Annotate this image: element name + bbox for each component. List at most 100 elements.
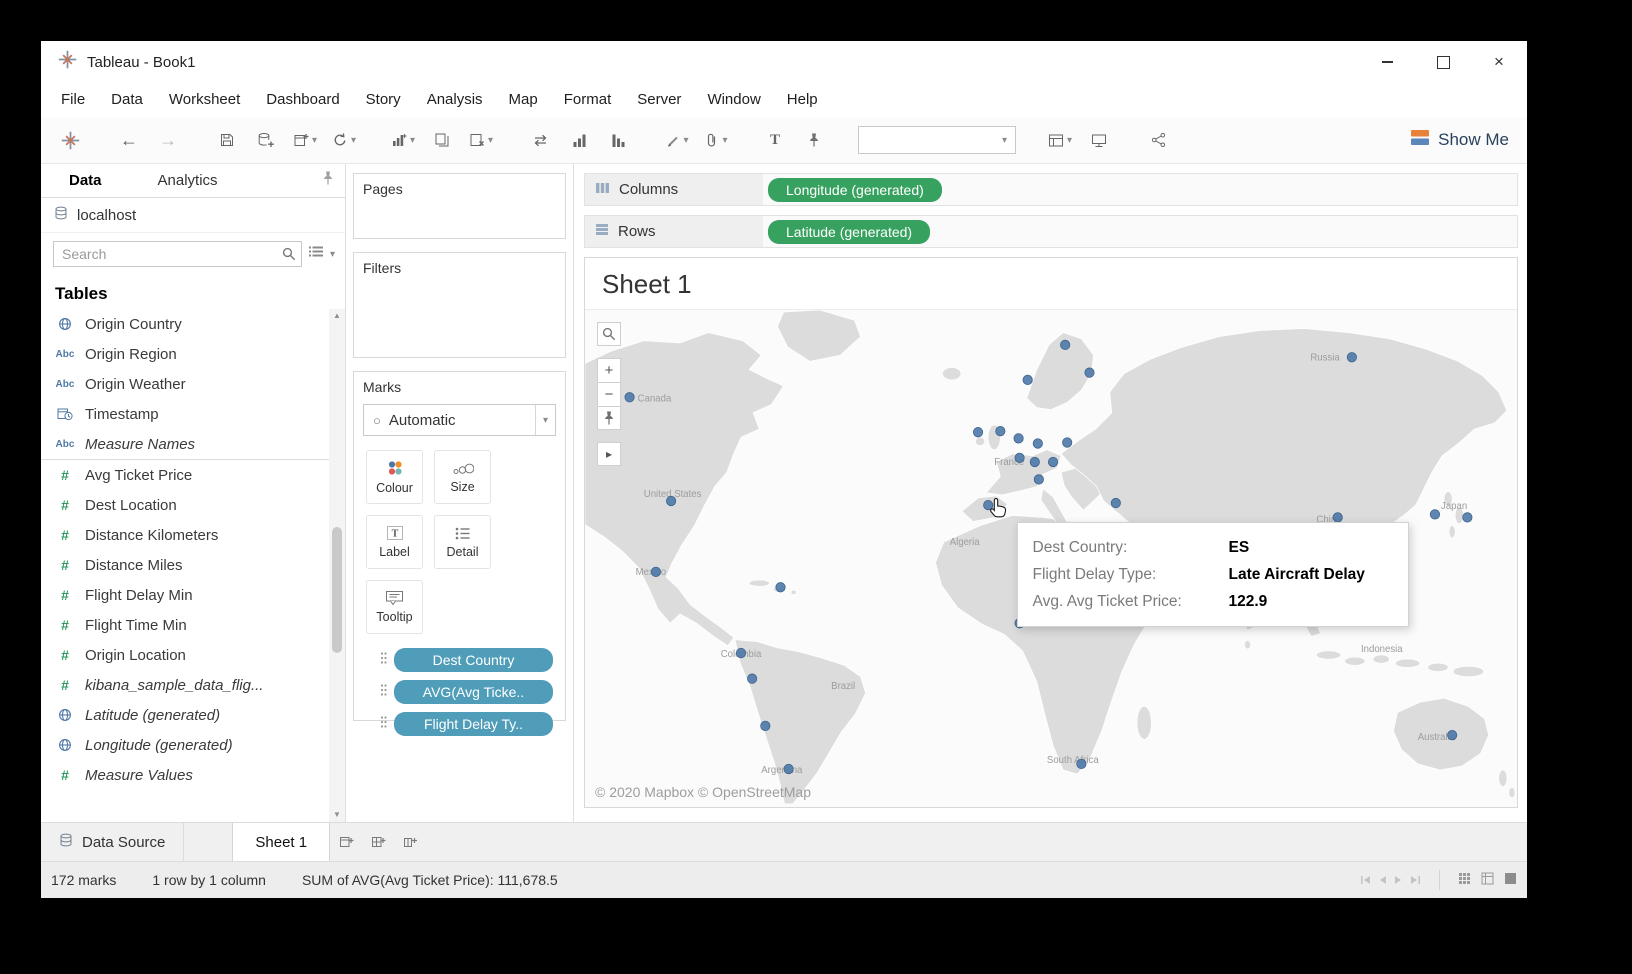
caret-down-icon[interactable]: ▾: [351, 135, 356, 146]
previous-page-icon[interactable]: [1379, 872, 1387, 888]
fix-axes-button[interactable]: [799, 124, 829, 156]
connection-localhost[interactable]: localhost: [41, 198, 345, 233]
map-mark[interactable]: [747, 674, 756, 683]
close-button[interactable]: ×: [1471, 41, 1527, 83]
caret-down-icon[interactable]: ▾: [488, 135, 493, 146]
show-sheet-icon[interactable]: [1504, 872, 1517, 888]
save-button[interactable]: [212, 124, 242, 156]
pages-shelf[interactable]: Pages: [353, 173, 566, 239]
field-latitude-generated[interactable]: Latitude (generated): [41, 700, 329, 730]
map-mark[interactable]: [1033, 439, 1042, 448]
field-avg-ticket-price[interactable]: #Avg Ticket Price: [41, 460, 329, 490]
caret-down-icon[interactable]: ▾: [1067, 135, 1072, 146]
field-origin-region[interactable]: AbcOrigin Region: [41, 339, 329, 369]
field-timestamp[interactable]: Timestamp: [41, 399, 329, 429]
map-mark[interactable]: [1015, 453, 1024, 462]
menu-analysis[interactable]: Analysis: [414, 83, 496, 117]
field-origin-weather[interactable]: AbcOrigin Weather: [41, 369, 329, 399]
map-mark[interactable]: [784, 764, 793, 773]
sort-ascending-button[interactable]: [564, 124, 594, 156]
menu-data[interactable]: Data: [98, 83, 156, 117]
tableau-logo-button[interactable]: [55, 124, 85, 156]
columns-shelf[interactable]: Columns Longitude (generated): [584, 173, 1518, 206]
map-zoom-in-button[interactable]: +: [597, 358, 621, 382]
field-kibana-sample-data-flig[interactable]: #kibana_sample_data_flig...: [41, 670, 329, 700]
menu-dashboard[interactable]: Dashboard: [253, 83, 352, 117]
map-mark[interactable]: [1085, 368, 1094, 377]
map-mark[interactable]: [625, 393, 634, 402]
map-mark[interactable]: [1063, 438, 1072, 447]
pane-pin-icon[interactable]: [321, 170, 345, 191]
show-hide-cards-button[interactable]: ▾: [1045, 124, 1075, 156]
new-story-tab-button[interactable]: [394, 823, 426, 861]
new-worksheet-tab-button[interactable]: [330, 823, 362, 861]
new-worksheet-button[interactable]: ▾: [290, 124, 320, 156]
next-page-icon[interactable]: [1394, 872, 1402, 888]
tooltip-button[interactable]: Tooltip: [366, 580, 423, 634]
map-mark[interactable]: [1347, 353, 1356, 362]
size-button[interactable]: Size: [434, 450, 491, 504]
tab-data[interactable]: Data: [41, 164, 130, 197]
field-flight-delay-min[interactable]: #Flight Delay Min: [41, 580, 329, 610]
caret-down-icon[interactable]: ▾: [312, 135, 317, 146]
share-workbook-button[interactable]: [1143, 124, 1173, 156]
map-mark[interactable]: [1448, 730, 1457, 739]
map-mark[interactable]: [776, 583, 785, 592]
caret-down-icon[interactable]: ▾: [722, 135, 727, 146]
map-mark[interactable]: [996, 426, 1005, 435]
new-data-source-button[interactable]: [251, 124, 281, 156]
label-button[interactable]: TLabel: [366, 515, 423, 569]
show-mark-labels-button[interactable]: T: [760, 124, 790, 156]
detail-button[interactable]: Detail: [434, 515, 491, 569]
run-auto-updates-button[interactable]: ▾: [329, 124, 359, 156]
map-mark[interactable]: [1333, 513, 1342, 522]
tab-sheet-1[interactable]: Sheet 1: [232, 823, 330, 861]
menu-file[interactable]: File: [48, 83, 98, 117]
field-measure-values[interactable]: #Measure Values: [41, 760, 329, 790]
map-mark[interactable]: [1048, 457, 1057, 466]
search-input[interactable]: [53, 241, 302, 267]
menu-worksheet[interactable]: Worksheet: [156, 83, 253, 117]
undo-button[interactable]: ←: [114, 124, 144, 156]
maximize-button[interactable]: [1415, 41, 1471, 83]
map-mark[interactable]: [1111, 498, 1120, 507]
menu-map[interactable]: Map: [496, 83, 551, 117]
menu-window[interactable]: Window: [694, 83, 773, 117]
pill-dest-country[interactable]: Dest Country: [394, 648, 553, 672]
fields-scrollbar[interactable]: ▲ ▼: [329, 309, 345, 822]
group-members-button[interactable]: ▾: [701, 124, 731, 156]
first-page-icon[interactable]: [1360, 872, 1372, 888]
scroll-down-icon[interactable]: ▼: [333, 808, 341, 822]
colour-button[interactable]: Colour: [366, 450, 423, 504]
pill-latitude-generated[interactable]: Latitude (generated): [768, 220, 930, 244]
caret-down-icon[interactable]: ▾: [410, 135, 415, 146]
fit-dropdown[interactable]: ▾: [858, 126, 1016, 154]
map-controls-expand-button[interactable]: ▸: [597, 442, 621, 466]
map-mark[interactable]: [1023, 375, 1032, 384]
filters-shelf[interactable]: Filters: [353, 252, 566, 358]
map-mark[interactable]: [1034, 475, 1043, 484]
field-origin-country[interactable]: Origin Country: [41, 309, 329, 339]
map-mark[interactable]: [1430, 510, 1439, 519]
map-mark[interactable]: [1077, 759, 1086, 768]
tab-analytics[interactable]: Analytics: [130, 164, 246, 197]
menu-help[interactable]: Help: [774, 83, 831, 117]
mark-type-caret-icon[interactable]: ▾: [535, 405, 555, 435]
swap-rows-columns-button[interactable]: [525, 124, 555, 156]
menu-server[interactable]: Server: [624, 83, 694, 117]
map-mark[interactable]: [666, 496, 675, 505]
scroll-up-icon[interactable]: ▲: [333, 309, 341, 323]
show-me-button[interactable]: Show Me: [1410, 129, 1509, 151]
field-distance-kilometers[interactable]: #Distance Kilometers: [41, 520, 329, 550]
highlight-button[interactable]: ▾: [662, 124, 692, 156]
menu-format[interactable]: Format: [551, 83, 625, 117]
duplicate-sheet-button[interactable]: [427, 124, 457, 156]
map-pin-button[interactable]: [597, 406, 621, 430]
sort-descending-button[interactable]: [603, 124, 633, 156]
scrollbar-thumb[interactable]: [332, 527, 342, 653]
tab-data-source[interactable]: Data Source: [41, 823, 184, 861]
map-view[interactable]: CanadaUnited StatesMexicoColombiaBrazilA…: [585, 309, 1517, 807]
map-zoom-out-button[interactable]: −: [597, 382, 621, 406]
map-mark[interactable]: [651, 567, 660, 576]
minimize-button[interactable]: [1359, 41, 1415, 83]
